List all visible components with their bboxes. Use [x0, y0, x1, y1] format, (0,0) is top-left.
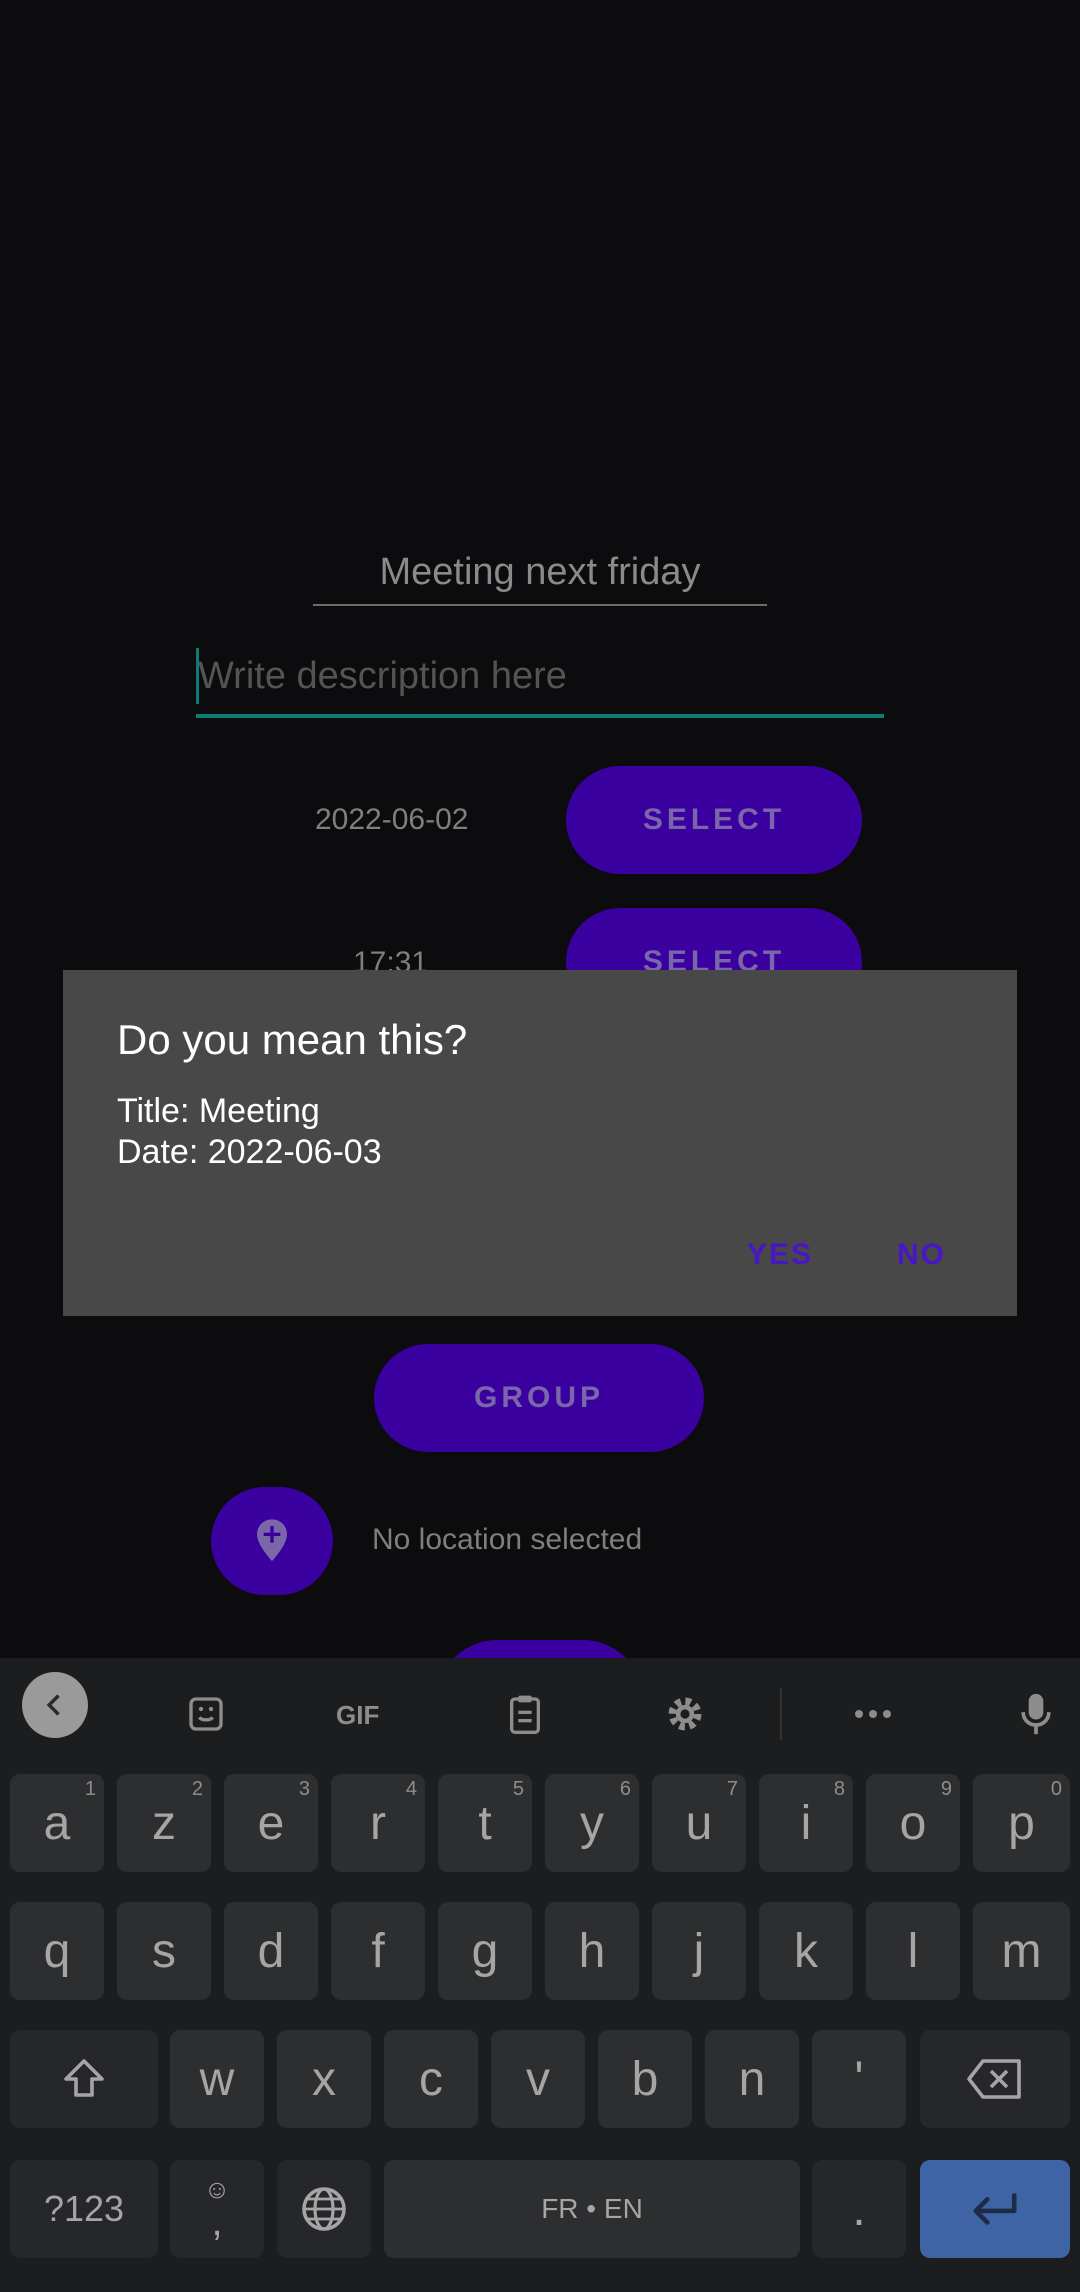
- key-hint: 2: [191, 1778, 203, 1800]
- key-hint: 5: [512, 1778, 524, 1800]
- key-x[interactable]: x: [277, 2030, 371, 2128]
- key-r[interactable]: r4: [331, 1774, 425, 1872]
- key-t[interactable]: t5: [438, 1774, 532, 1872]
- location-status: No location selected: [372, 1523, 643, 1556]
- enter-icon: [973, 2193, 1017, 2225]
- dialog-date-line: Date: 2022-06-03: [117, 1133, 382, 1171]
- svg-text:GIF: GIF: [336, 1700, 379, 1728]
- key-f[interactable]: f: [331, 1902, 425, 2000]
- key-label: e: [257, 1796, 285, 1850]
- key-apostrophe[interactable]: ': [812, 2030, 906, 2128]
- emoji-comma-key[interactable]: ☺ ,: [170, 2160, 264, 2258]
- globe-icon: [302, 2187, 346, 2231]
- key-a[interactable]: a1: [10, 1774, 104, 1872]
- key-n[interactable]: n: [705, 2030, 799, 2128]
- group-button[interactable]: GROUP: [374, 1344, 704, 1452]
- comma-label: ,: [211, 2200, 223, 2244]
- description-placeholder: Write description here: [198, 655, 567, 697]
- title-input[interactable]: Meeting next friday: [313, 540, 767, 606]
- key-g[interactable]: g: [438, 1902, 532, 2000]
- no-button[interactable]: NO: [897, 1238, 946, 1272]
- backspace-key[interactable]: [920, 2030, 1070, 2128]
- key-hint: 6: [619, 1778, 631, 1800]
- key-hint: 4: [405, 1778, 417, 1800]
- key-label: u: [685, 1796, 713, 1850]
- microphone-icon[interactable]: [1004, 1686, 1068, 1742]
- key-z[interactable]: z2: [117, 1774, 211, 1872]
- symbols-key[interactable]: ?123: [10, 2160, 158, 2258]
- collapse-toolbar-icon[interactable]: [22, 1672, 88, 1738]
- key-label: t: [478, 1796, 492, 1850]
- add-location-icon: [257, 1519, 287, 1561]
- shift-icon: [64, 2059, 104, 2097]
- toolbar-divider: [780, 1688, 782, 1740]
- clipboard-icon[interactable]: [493, 1686, 557, 1742]
- app-screen: Meeting next friday Write description he…: [0, 0, 1080, 1700]
- sticker-icon[interactable]: [174, 1686, 238, 1742]
- keyboard: GIF a1 z2 e3 r4 t5 y6 u7 i8 o9 p0 q s d …: [0, 1658, 1080, 2292]
- period-key[interactable]: .: [812, 2160, 906, 2258]
- emoji-icon: ☺: [203, 2174, 231, 2204]
- key-e[interactable]: e3: [224, 1774, 318, 1872]
- gif-icon[interactable]: GIF: [332, 1686, 396, 1742]
- shift-key[interactable]: [10, 2030, 158, 2128]
- key-hint: 3: [298, 1778, 310, 1800]
- key-d[interactable]: d: [224, 1902, 318, 2000]
- key-label: a: [43, 1796, 71, 1850]
- language-key[interactable]: [277, 2160, 371, 2258]
- enter-key[interactable]: [920, 2160, 1070, 2258]
- key-w[interactable]: w: [170, 2030, 264, 2128]
- key-u[interactable]: u7: [652, 1774, 746, 1872]
- key-q[interactable]: q: [10, 1902, 104, 2000]
- select-date-button[interactable]: SELECT: [566, 766, 862, 874]
- key-hint: 8: [833, 1778, 845, 1800]
- key-j[interactable]: j: [652, 1902, 746, 2000]
- space-key[interactable]: FR • EN: [384, 2160, 800, 2258]
- key-k[interactable]: k: [759, 1902, 853, 2000]
- key-hint: 9: [940, 1778, 952, 1800]
- key-label: i: [800, 1796, 812, 1850]
- more-icon[interactable]: [841, 1686, 905, 1742]
- location-button[interactable]: [211, 1487, 333, 1595]
- key-hint: 0: [1050, 1778, 1062, 1800]
- key-l[interactable]: l: [866, 1902, 960, 2000]
- key-m[interactable]: m: [973, 1902, 1070, 2000]
- date-value: 2022-06-02: [315, 803, 469, 836]
- backspace-icon: [967, 2059, 1021, 2099]
- key-label: z: [152, 1796, 176, 1850]
- key-label: r: [370, 1796, 386, 1850]
- key-hint: 1: [84, 1778, 96, 1800]
- yes-button[interactable]: YES: [747, 1238, 813, 1272]
- key-label: p: [1008, 1796, 1035, 1850]
- gear-icon[interactable]: [653, 1686, 717, 1742]
- key-y[interactable]: y6: [545, 1774, 639, 1872]
- key-hint: 7: [726, 1778, 738, 1800]
- dialog-title: Do you mean this?: [117, 1016, 468, 1063]
- key-o[interactable]: o9: [866, 1774, 960, 1872]
- confirm-dialog: Do you mean this? Title: Meeting Date: 2…: [63, 970, 1017, 1316]
- key-label: o: [899, 1796, 927, 1850]
- key-h[interactable]: h: [545, 1902, 639, 2000]
- key-p[interactable]: p0: [973, 1774, 1070, 1872]
- key-b[interactable]: b: [598, 2030, 692, 2128]
- description-input[interactable]: Write description here: [196, 642, 884, 718]
- key-i[interactable]: i8: [759, 1774, 853, 1872]
- key-s[interactable]: s: [117, 1902, 211, 2000]
- key-label: y: [580, 1796, 604, 1850]
- key-v[interactable]: v: [491, 2030, 585, 2128]
- dialog-title-line: Title: Meeting: [117, 1092, 320, 1130]
- key-c[interactable]: c: [384, 2030, 478, 2128]
